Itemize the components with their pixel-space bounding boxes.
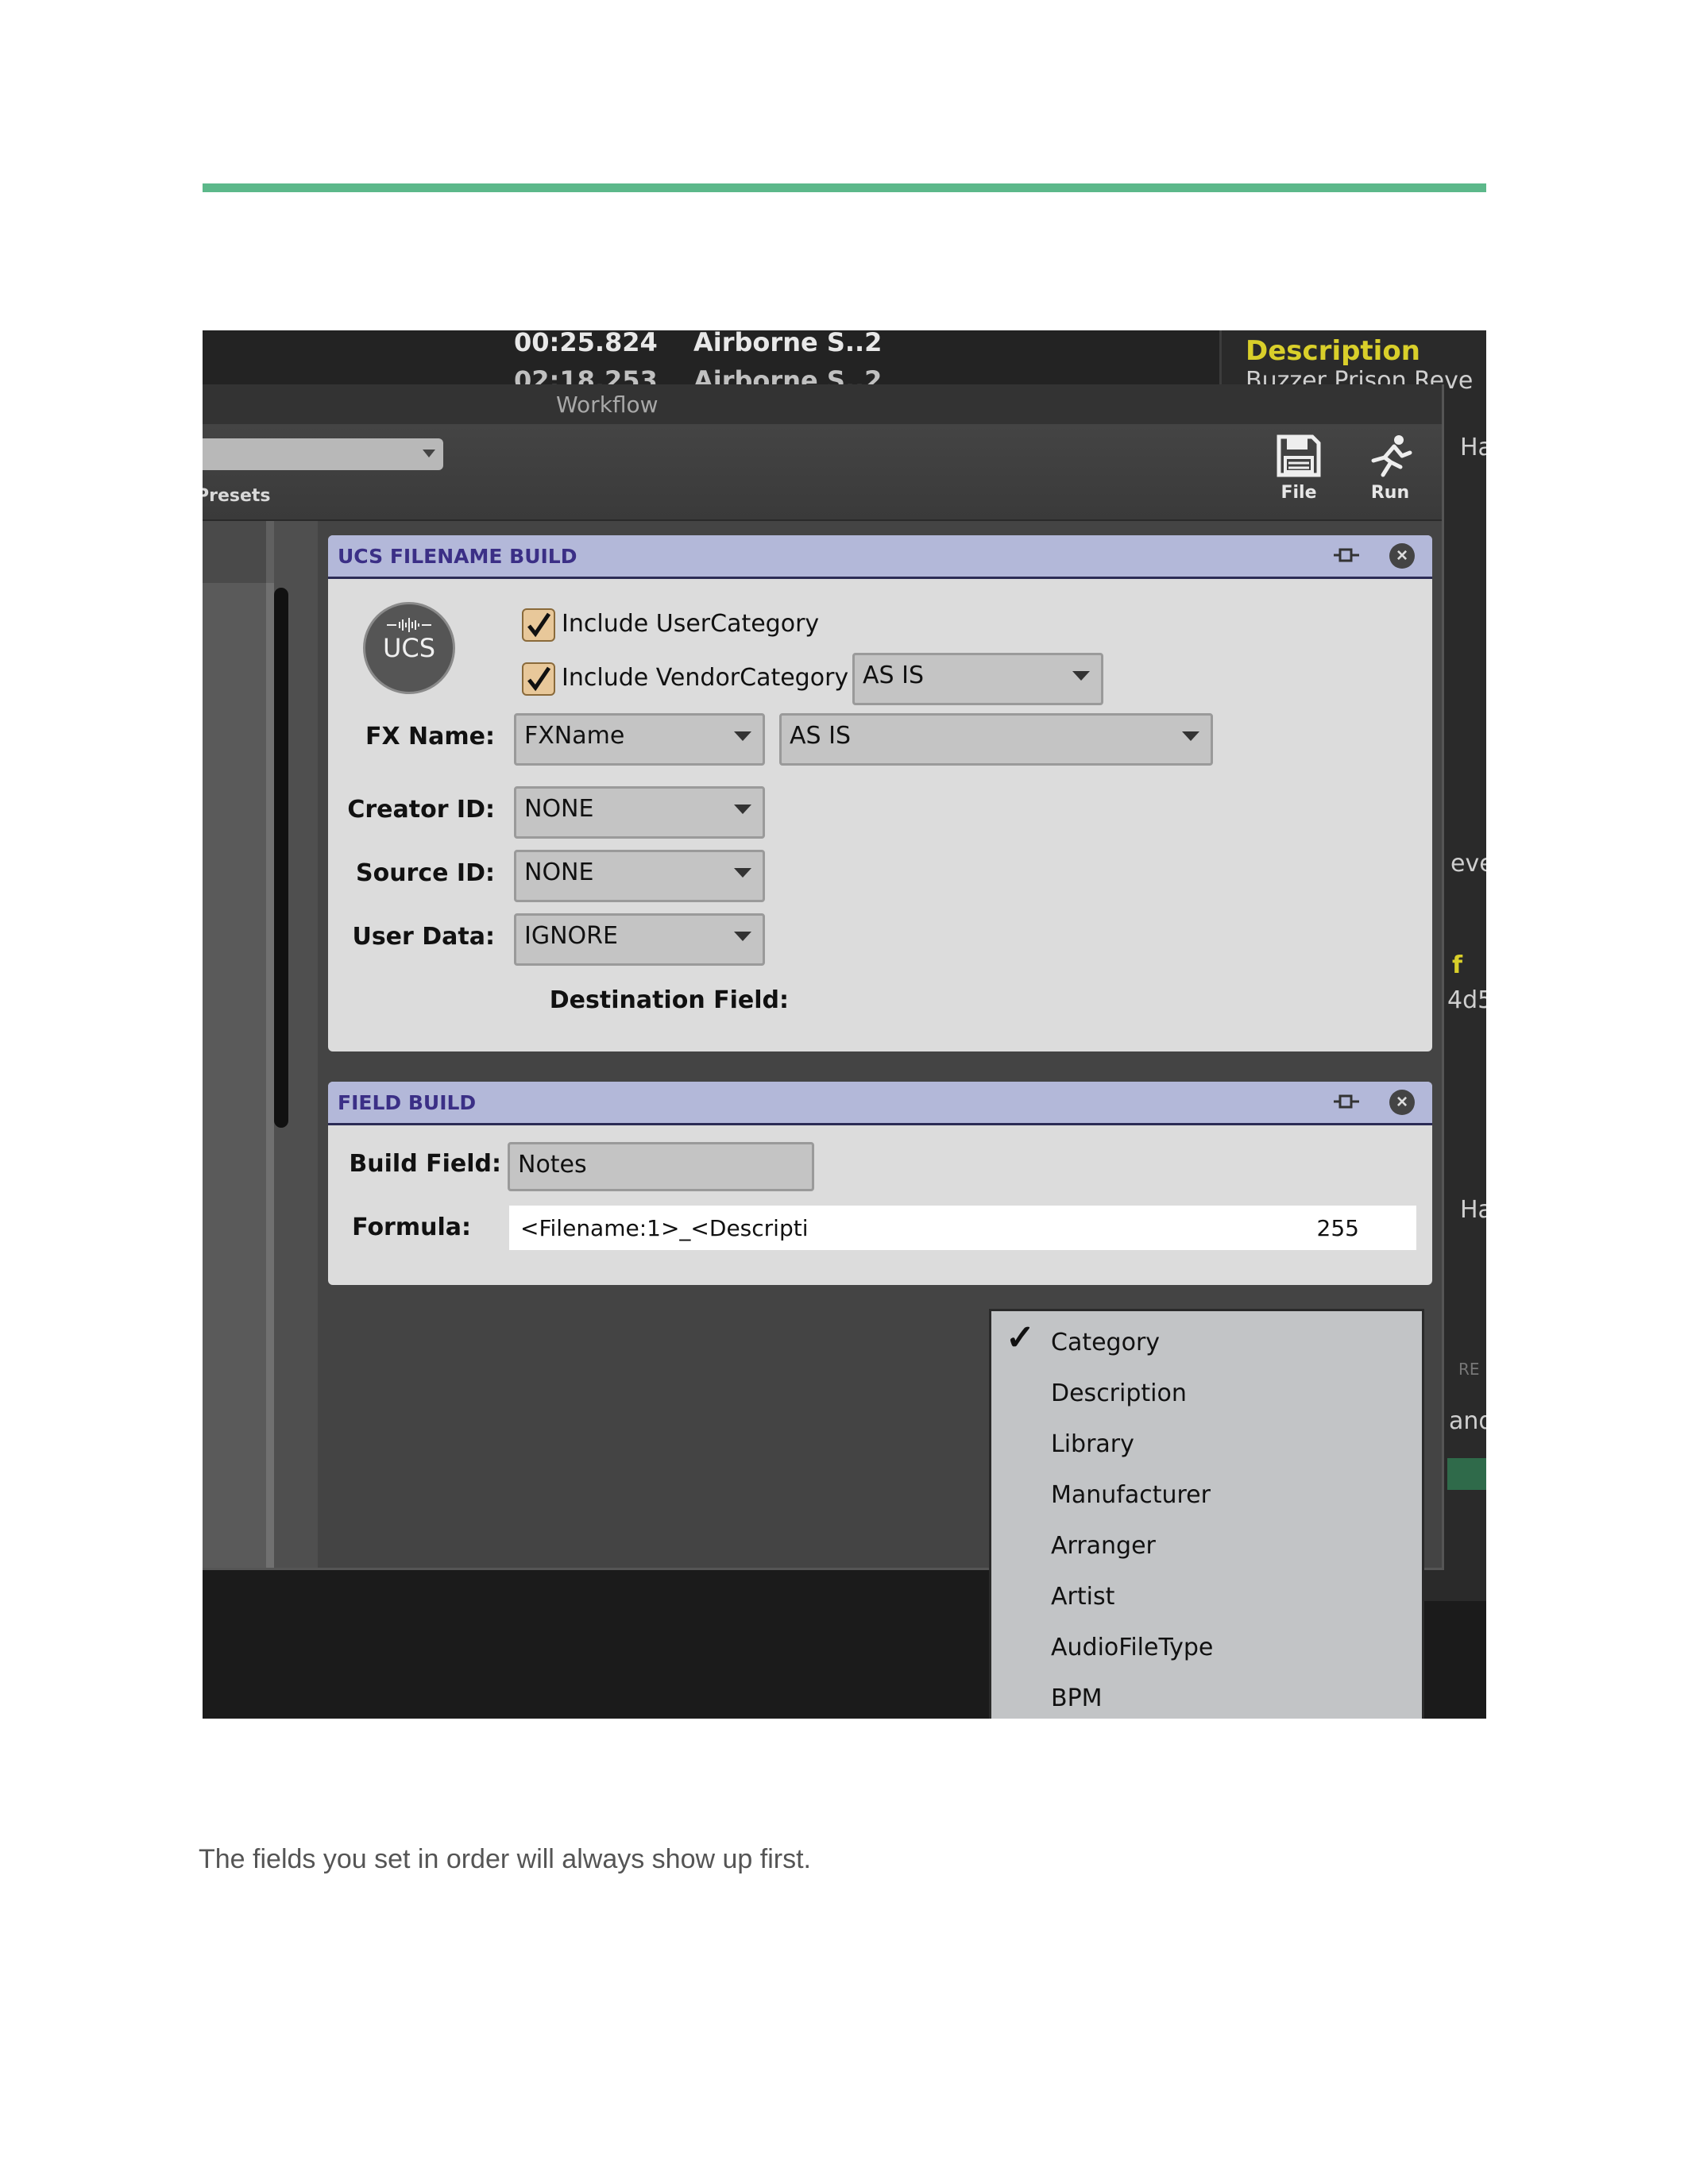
checkmark-icon: ✓: [1006, 1318, 1035, 1357]
panel-header: FIELD BUILD ×: [328, 1082, 1432, 1125]
vertical-scrollbar[interactable]: [274, 588, 288, 1128]
fx-name-label: FX Name:: [365, 723, 495, 751]
presets-label: Presets: [203, 486, 271, 506]
window-title-bar[interactable]: Workflow: [203, 384, 1442, 424]
menu-item[interactable]: Category: [1051, 1329, 1160, 1356]
toolbar: Presets File Run: [203, 424, 1442, 521]
presets-dropdown[interactable]: [203, 438, 443, 470]
peek-row-highlight: [1447, 1458, 1486, 1490]
peek-text: Ha: [1460, 434, 1486, 461]
chevron-down-icon: [423, 450, 435, 457]
include-user-category-checkbox[interactable]: [522, 608, 555, 642]
chevron-down-icon: [734, 868, 751, 878]
save-disk-icon: [1277, 434, 1321, 477]
window-title: Workflow: [556, 392, 659, 418]
source-id-label: Source ID:: [355, 859, 495, 887]
waveform-icon: [387, 618, 431, 632]
menu-item[interactable]: Description: [1051, 1379, 1187, 1407]
fx-name-dropdown[interactable]: FXName: [514, 713, 765, 766]
chevron-down-icon: [1072, 671, 1090, 681]
chevron-down-icon: [734, 805, 751, 814]
chevron-down-icon: [734, 731, 751, 741]
track-time: 00:25.824: [514, 330, 658, 357]
creator-id-value: NONE: [524, 795, 594, 823]
creator-id-dropdown[interactable]: NONE: [514, 786, 765, 839]
menu-item[interactable]: Artist: [1051, 1583, 1114, 1611]
ucs-filename-build-panel: UCS FILENAME BUILD × UCS Include UserCat…: [328, 535, 1432, 1051]
checkmark-icon: [527, 612, 551, 638]
track-name: Airborne S..2: [693, 330, 883, 357]
panel-header: UCS FILENAME BUILD ×: [328, 535, 1432, 579]
panel-title: UCS FILENAME BUILD: [338, 545, 577, 568]
ucs-logo: UCS: [363, 602, 455, 694]
include-vendor-category-checkbox[interactable]: [522, 662, 555, 696]
field-build-panel: FIELD BUILD × Build Field: Notes Formula…: [328, 1082, 1432, 1285]
vendor-case-value: AS IS: [863, 662, 924, 689]
user-data-label: User Data:: [352, 923, 495, 951]
fx-name-case-value: AS IS: [790, 722, 851, 750]
menu-item[interactable]: Library: [1051, 1430, 1134, 1458]
menu-item[interactable]: Manufacturer: [1051, 1481, 1211, 1509]
menu-item[interactable]: Arranger: [1051, 1532, 1156, 1560]
peek-text: Ha: [1460, 1196, 1486, 1224]
caption-text: The fields you set in order will always …: [199, 1844, 811, 1874]
vendor-case-dropdown[interactable]: AS IS: [852, 653, 1103, 705]
checkmark-icon: [527, 666, 551, 692]
peek-text: RE: [1458, 1360, 1480, 1379]
include-vendor-category-label: Include VendorCategory: [562, 664, 849, 692]
fx-name-value: FXName: [524, 722, 625, 750]
ucs-logo-text: UCS: [382, 633, 436, 663]
file-button[interactable]: File: [1263, 434, 1335, 513]
source-id-dropdown[interactable]: NONE: [514, 850, 765, 902]
peek-text: and: [1449, 1407, 1486, 1435]
formula-input[interactable]: <Filename:1>_<Descripti 255: [509, 1206, 1416, 1250]
user-data-value: IGNORE: [524, 922, 618, 950]
run-label: Run: [1370, 483, 1410, 503]
source-id-value: NONE: [524, 859, 594, 886]
fx-name-case-dropdown[interactable]: AS IS: [779, 713, 1213, 766]
formula-length: 255: [1316, 1215, 1359, 1241]
build-field-dropdown[interactable]: Notes: [508, 1142, 814, 1191]
screenshot-frame: 00:25.824 Airborne S..2 02:18.253 Airbor…: [203, 330, 1486, 1719]
destination-field-label: Destination Field:: [549, 986, 789, 1014]
formula-label: Formula:: [352, 1214, 471, 1241]
destination-field-menu[interactable]: ✓ Category Description Library Manufacturer…: [989, 1309, 1424, 1719]
chevron-down-icon: [1182, 731, 1199, 741]
top-divider: [203, 183, 1486, 192]
description-header: Description: [1246, 335, 1420, 367]
build-field-label: Build Field:: [349, 1150, 501, 1178]
chevron-down-icon: [734, 932, 751, 941]
file-label: File: [1280, 483, 1317, 503]
side-pane: [203, 583, 266, 1568]
include-user-category-label: Include UserCategory: [562, 610, 820, 638]
formula-value: <Filename:1>_<Descripti: [520, 1215, 809, 1241]
peek-text: 4d5: [1447, 986, 1486, 1014]
run-button[interactable]: Run: [1354, 434, 1426, 513]
user-data-dropdown[interactable]: IGNORE: [514, 913, 765, 966]
peek-text: eve: [1450, 850, 1486, 878]
close-icon[interactable]: ×: [1389, 1090, 1415, 1115]
menu-item[interactable]: AudioFileType: [1051, 1634, 1213, 1661]
creator-id-label: Creator ID:: [347, 796, 495, 824]
panel-title: FIELD BUILD: [338, 1091, 477, 1114]
build-field-value: Notes: [518, 1151, 587, 1179]
menu-item[interactable]: BPM: [1051, 1684, 1103, 1712]
close-icon[interactable]: ×: [1389, 543, 1415, 569]
pin-icon[interactable]: [1332, 1093, 1361, 1110]
running-figure-icon: [1371, 435, 1412, 477]
peek-text: f: [1452, 951, 1463, 979]
pin-icon[interactable]: [1332, 546, 1361, 564]
